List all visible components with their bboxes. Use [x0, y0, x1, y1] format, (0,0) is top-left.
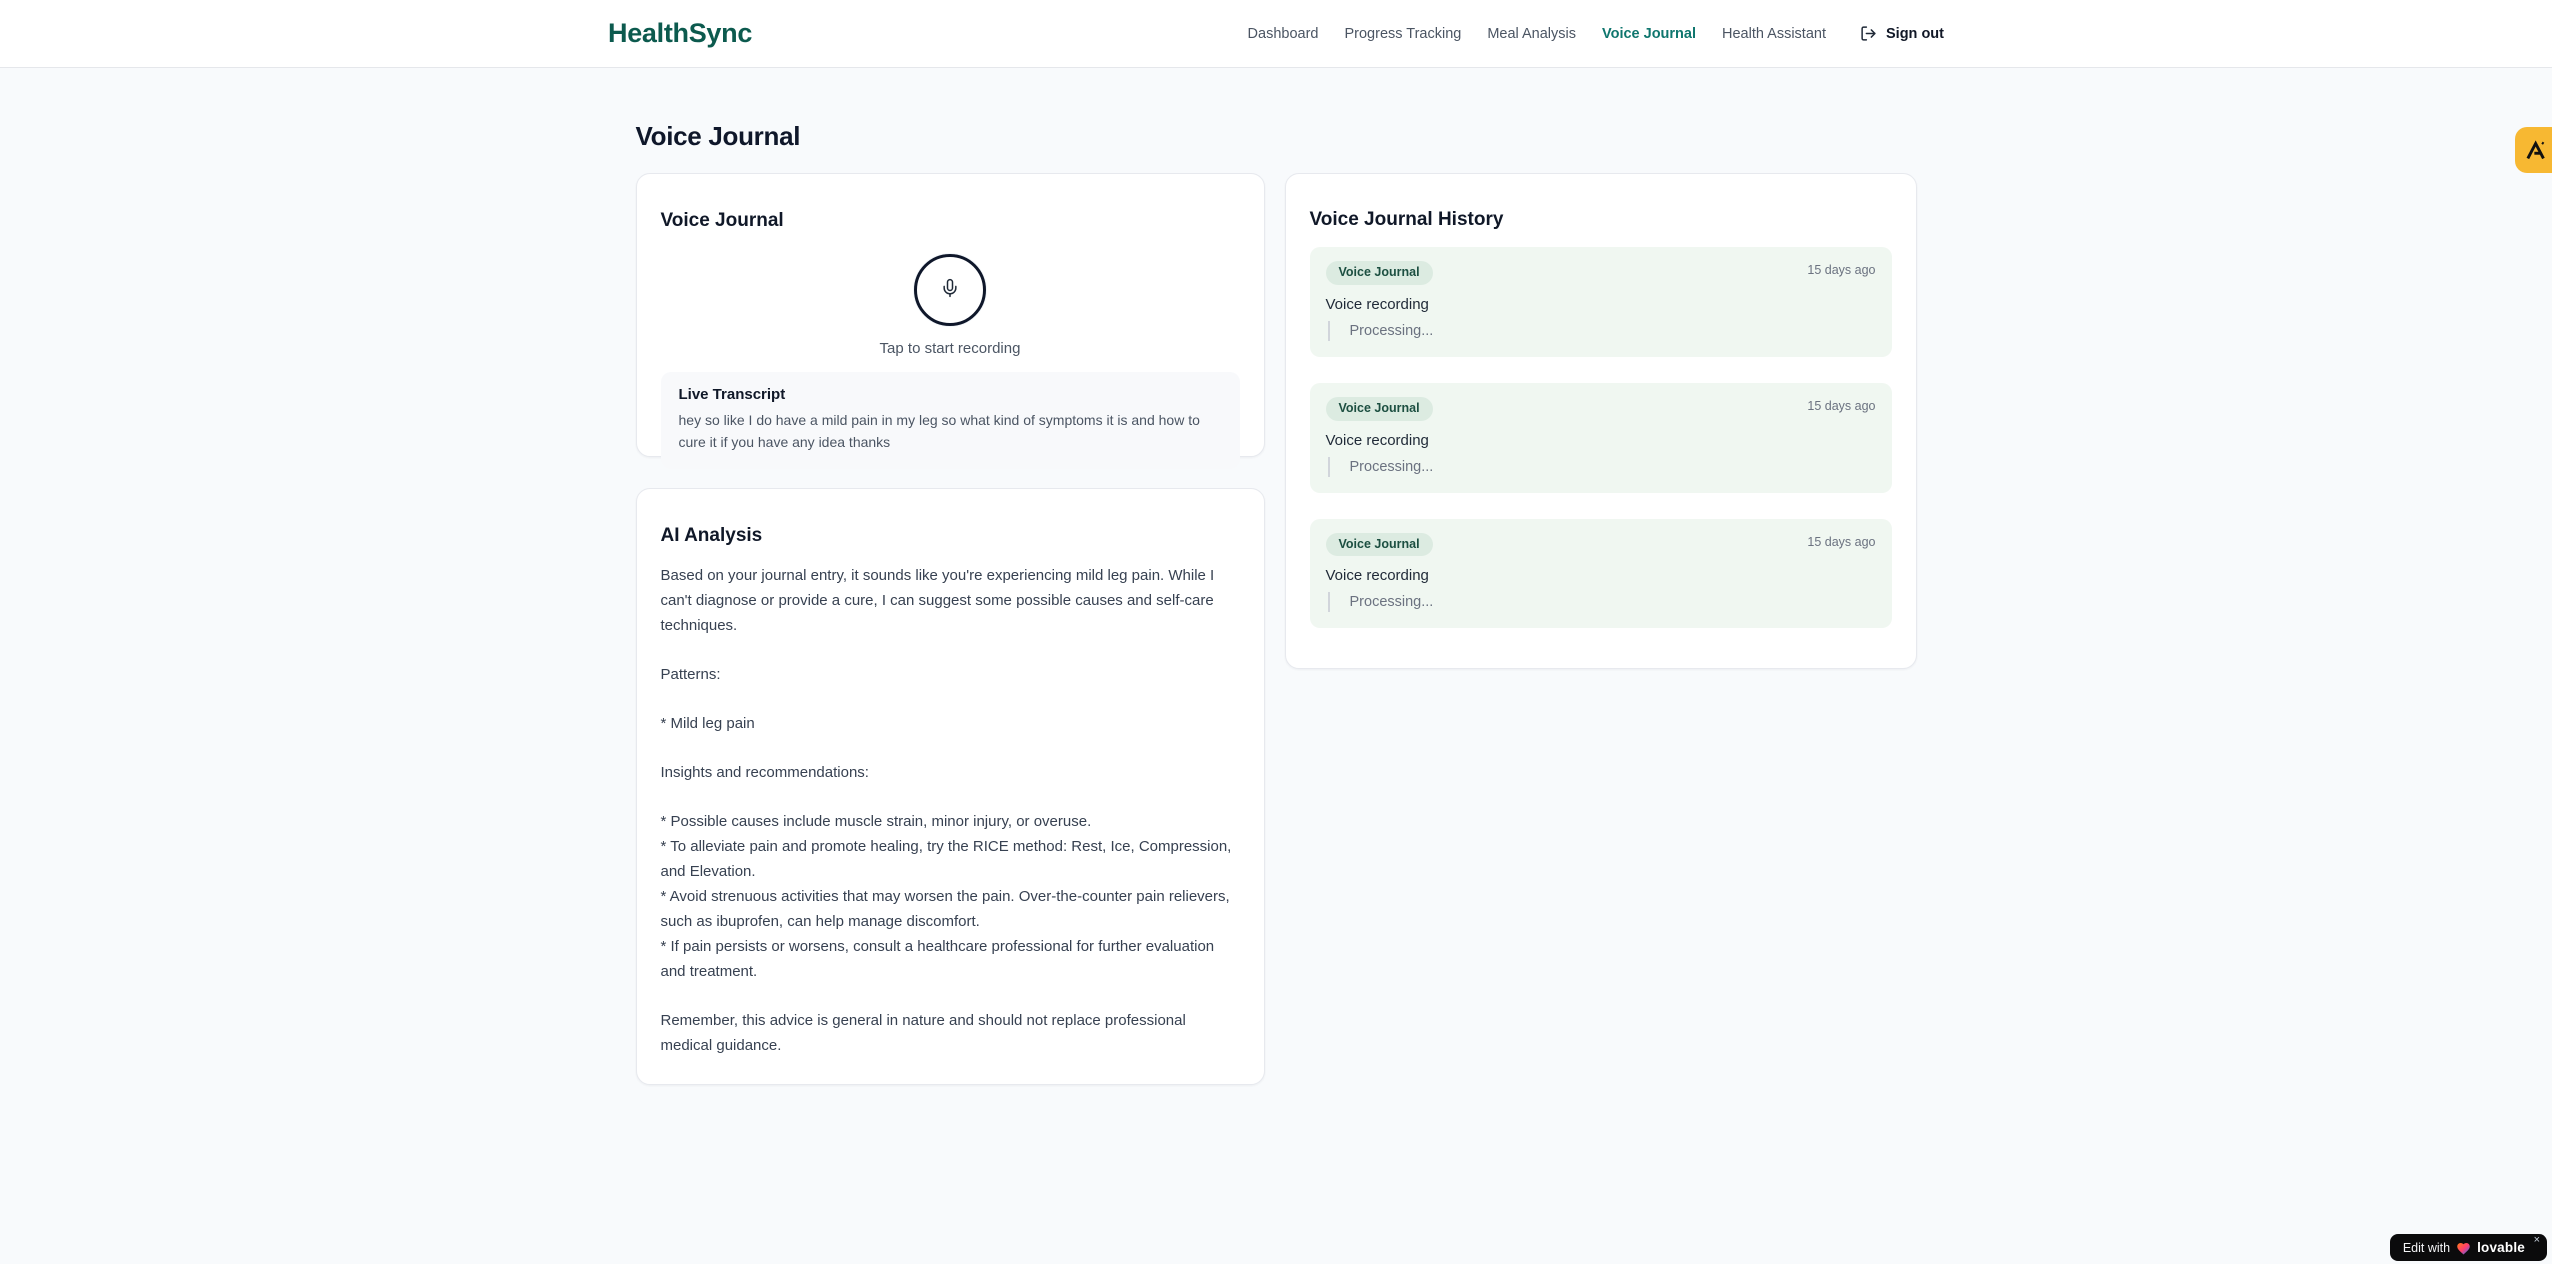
entry-label: Voice recording — [1325, 567, 1429, 585]
analysis-paragraph: Remember, this advice is general in natu… — [660, 1011, 1190, 1054]
entry-status: Processing... — [1327, 320, 1876, 341]
voice-journal-history-card: Voice Journal History Voice Journal 15 d… — [1284, 173, 1917, 670]
lovable-brand-label: lovable — [2477, 1240, 2525, 1255]
nav-item-progress-tracking[interactable]: Progress Tracking — [1344, 26, 1461, 42]
main-nav: Dashboard Progress Tracking Meal Analysi… — [1248, 25, 1944, 42]
entry-type-badge: Voice Journal — [1325, 261, 1433, 285]
history-entry[interactable]: Voice Journal 15 days ago Voice recordin… — [1309, 382, 1892, 493]
sign-out-button[interactable]: Sign out — [1860, 25, 1944, 42]
analysis-paragraph: Patterns: — [660, 665, 721, 683]
analysis-paragraph: * Mild leg pain — [660, 714, 755, 732]
entry-type-badge: Voice Journal — [1325, 532, 1433, 557]
main-content: Voice Journal Voice Journal Tap to start… — [635, 85, 1917, 1085]
analysis-paragraph: Insights and recommendations: — [660, 763, 869, 781]
entry-timestamp: 15 days ago — [1807, 263, 1876, 278]
record-hint: Tap to start recording — [879, 339, 1021, 357]
analysis-paragraph: * Possible causes include muscle strain,… — [660, 812, 1232, 980]
entry-timestamp: 15 days ago — [1807, 534, 1876, 549]
ai-analysis-card: AI Analysis Based on your journal entry,… — [635, 488, 1265, 1085]
analysis-paragraph: Based on your journal entry, it sounds l… — [660, 566, 1219, 634]
sign-out-label: Sign out — [1886, 25, 1944, 42]
nav-item-dashboard[interactable]: Dashboard — [1248, 26, 1319, 42]
voice-journal-page: { "header": { "brand": "HealthSync", "na… — [0, 0, 2552, 1264]
left-column: Voice Journal Tap to start recording Liv… — [635, 173, 1265, 1085]
close-icon[interactable]: × — [2534, 1235, 2540, 1246]
edit-badge-prefix: Edit with — [2402, 1240, 2451, 1255]
caret-logo-icon — [2515, 137, 2548, 163]
heart-icon — [2456, 1241, 2471, 1255]
nav-item-meal-analysis[interactable]: Meal Analysis — [1487, 26, 1576, 42]
page-title: Voice Journal — [635, 121, 801, 152]
entry-label: Voice recording — [1325, 431, 1429, 449]
entry-status: Processing... — [1327, 456, 1876, 477]
microphone-icon — [940, 278, 960, 301]
mic-area: Tap to start recording — [661, 248, 1240, 357]
edit-with-lovable-badge[interactable]: Edit with lovable × — [2389, 1234, 2547, 1261]
nav-item-voice-journal[interactable]: Voice Journal — [1602, 26, 1696, 42]
log-out-icon — [1860, 25, 1877, 42]
content-grid: Voice Journal Tap to start recording Liv… — [635, 173, 1917, 1085]
entry-type-badge: Voice Journal — [1325, 396, 1433, 421]
voice-recorder-card: Voice Journal Tap to start recording Liv… — [635, 173, 1265, 470]
history-entry[interactable]: Voice Journal 15 days ago Voice recordin… — [1309, 518, 1892, 629]
analysis-body: Based on your journal entry, it sounds l… — [661, 563, 1240, 1058]
entry-header: Voice Journal 15 days ago — [1325, 532, 1876, 557]
entry-timestamp: 15 days ago — [1807, 398, 1876, 413]
record-button[interactable] — [914, 253, 986, 326]
top-bar-inner: HealthSync Dashboard Progress Tracking M… — [608, 0, 1944, 67]
recorder-card-title: Voice Journal — [660, 210, 784, 232]
app-logo[interactable]: HealthSync — [608, 18, 752, 49]
entry-header: Voice Journal 15 days ago — [1325, 396, 1876, 421]
transcript-text: hey so like I do have a mild pain in my … — [678, 411, 1200, 450]
entry-header: Voice Journal 15 days ago — [1325, 261, 1876, 285]
live-transcript-box: Live Transcript hey so like I do have a … — [660, 371, 1240, 470]
entry-label: Voice recording — [1325, 295, 1429, 313]
amber-app-badge[interactable] — [2515, 127, 2552, 173]
transcript-label: Live Transcript — [678, 385, 786, 403]
top-bar: HealthSync Dashboard Progress Tracking M… — [0, 0, 2552, 68]
history-title: Voice Journal History — [1309, 209, 1504, 231]
entry-status: Processing... — [1327, 592, 1876, 613]
history-entries: Voice Journal 15 days ago Voice recordin… — [1309, 247, 1892, 629]
nav-item-health-assistant[interactable]: Health Assistant — [1722, 26, 1826, 42]
history-entry[interactable]: Voice Journal 15 days ago Voice recordin… — [1309, 247, 1892, 357]
analysis-card-title: AI Analysis — [660, 525, 763, 547]
